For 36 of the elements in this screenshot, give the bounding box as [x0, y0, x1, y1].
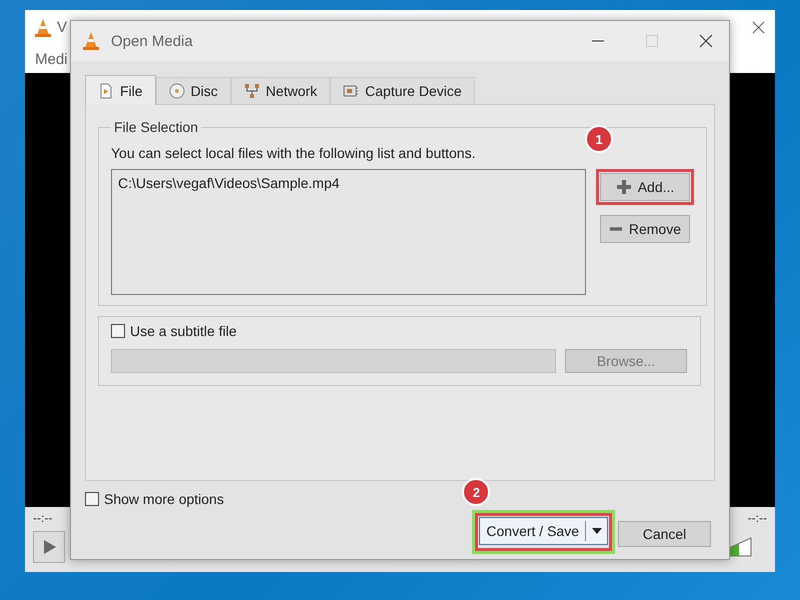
elapsed-time: --:--: [33, 511, 52, 525]
caret-icon: [592, 528, 602, 534]
tab[interactable]: Network: [230, 77, 330, 104]
list-button[interactable]: Remove: [600, 215, 690, 243]
maximize-icon: [645, 34, 659, 48]
disc-icon: [168, 83, 185, 99]
group-title: File Selection: [113, 119, 200, 135]
plus-icon: [616, 179, 632, 195]
convert-save-button[interactable]: Convert / Save: [479, 517, 608, 545]
total-time: --:--: [748, 511, 767, 525]
list-button[interactable]: Add...: [600, 173, 690, 201]
subtitle-path-field[interactable]: [111, 349, 556, 373]
play-button[interactable]: [33, 531, 65, 563]
dialog-title: Open Media: [111, 32, 193, 50]
file-path[interactable]: C:\Users\vegaf\Videos\Sample.mp4: [118, 175, 579, 191]
checkbox-label: Use a subtitle file: [130, 323, 237, 339]
close-icon[interactable]: [752, 21, 765, 34]
file-list[interactable]: C:\Users\vegaf\Videos\Sample.mp4: [111, 169, 586, 295]
checkbox[interactable]: [85, 492, 99, 506]
traffic-cone-icon: [33, 18, 53, 38]
close-icon[interactable]: [699, 34, 713, 48]
window-title: V: [57, 19, 68, 36]
tab[interactable]: File: [85, 75, 156, 105]
step-badge: 2: [462, 478, 490, 506]
document-icon: [98, 82, 114, 98]
menu-item[interactable]: Medi: [35, 50, 68, 68]
capture-card-icon: [343, 83, 360, 99]
step-badge: 1: [585, 125, 613, 153]
checkbox-label: Show more options: [104, 491, 224, 507]
tab[interactable]: Capture Device: [330, 77, 475, 104]
cancel-button[interactable]: Cancel: [618, 521, 711, 547]
checkbox[interactable]: [111, 324, 125, 338]
hint-text: You can select local files with the following list and buttons.: [111, 145, 476, 161]
traffic-cone-icon: [81, 31, 101, 51]
tab[interactable]: Disc: [156, 77, 231, 104]
network-icon: [244, 83, 260, 99]
